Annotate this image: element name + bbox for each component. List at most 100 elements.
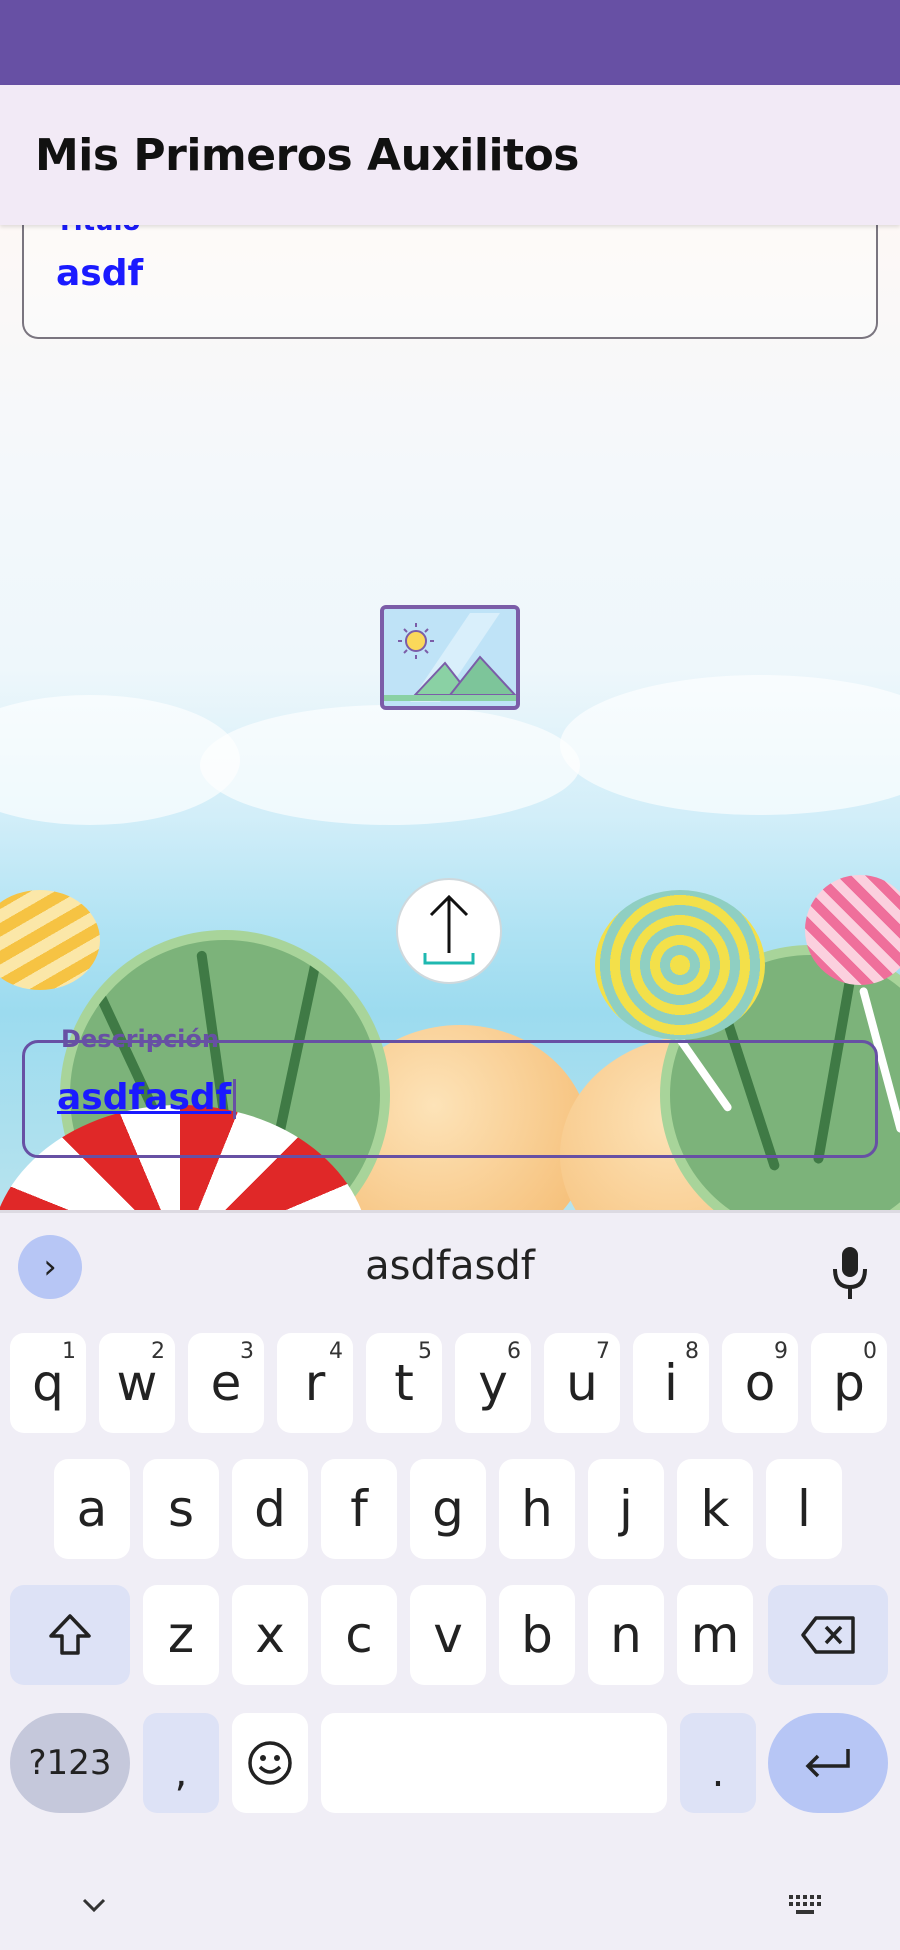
key-label: e	[210, 1354, 242, 1412]
suggestion-word[interactable]: asdfasdf	[0, 1243, 900, 1289]
lollipop-decoration	[595, 890, 765, 1040]
key-hint: 6	[507, 1339, 521, 1364]
key-d[interactable]: d	[232, 1459, 308, 1559]
key-m[interactable]: m	[677, 1585, 753, 1685]
key-h[interactable]: h	[499, 1459, 575, 1559]
form-content: Título asdf Descripción a	[0, 225, 900, 1210]
key-b[interactable]: b	[499, 1585, 575, 1685]
key-y[interactable]: y6	[455, 1333, 531, 1433]
app-title: Mis Primeros Auxilitos	[35, 129, 579, 181]
key-v[interactable]: v	[410, 1585, 486, 1685]
key-label: m	[690, 1606, 740, 1664]
microphone-icon[interactable]	[830, 1245, 870, 1301]
key-hint: 5	[418, 1339, 432, 1364]
upload-button[interactable]	[396, 878, 502, 984]
key-label: q	[32, 1354, 64, 1412]
key-label: h	[521, 1480, 553, 1538]
keyboard-switch-icon[interactable]	[788, 1893, 824, 1917]
key-n[interactable]: n	[588, 1585, 664, 1685]
upload-icon	[423, 894, 475, 965]
emoji-icon	[248, 1741, 292, 1785]
key-label: c	[345, 1606, 373, 1664]
background-cloud	[560, 675, 900, 815]
key-label: r	[304, 1354, 326, 1412]
key-k[interactable]: k	[677, 1459, 753, 1559]
key-hint: 8	[685, 1339, 699, 1364]
emoji-key[interactable]	[232, 1713, 308, 1813]
key-label: u	[566, 1354, 598, 1412]
key-label: k	[700, 1480, 730, 1538]
key-label: o	[744, 1354, 776, 1412]
period-key-label: .	[711, 1750, 725, 1796]
space-key[interactable]	[321, 1713, 667, 1813]
key-label: l	[797, 1480, 811, 1538]
key-t[interactable]: t5	[366, 1333, 442, 1433]
key-u[interactable]: u7	[544, 1333, 620, 1433]
key-a[interactable]: a	[54, 1459, 130, 1559]
key-x[interactable]: x	[232, 1585, 308, 1685]
key-label: y	[478, 1354, 508, 1412]
text-caret	[233, 1079, 237, 1119]
candy-decoration	[0, 890, 100, 990]
key-label: b	[521, 1606, 553, 1664]
key-hint: 9	[774, 1339, 788, 1364]
comma-key-label: ,	[174, 1750, 188, 1796]
key-label: t	[394, 1354, 414, 1412]
symbols-key-label: ?123	[28, 1743, 112, 1783]
image-placeholder-icon[interactable]	[380, 605, 520, 710]
enter-icon	[805, 1749, 850, 1778]
key-p[interactable]: p0	[811, 1333, 887, 1433]
key-label: d	[254, 1480, 286, 1538]
title-field-value[interactable]: asdf	[56, 253, 143, 294]
enter-key[interactable]	[768, 1713, 888, 1813]
shift-icon	[49, 1614, 91, 1655]
key-w[interactable]: w2	[99, 1333, 175, 1433]
backspace-key[interactable]	[768, 1585, 888, 1685]
key-hint: 0	[863, 1339, 877, 1364]
key-q[interactable]: q1	[10, 1333, 86, 1433]
key-label: j	[619, 1480, 633, 1538]
key-label: g	[432, 1480, 464, 1538]
symbols-key[interactable]: ?123	[10, 1713, 130, 1813]
shift-key[interactable]	[10, 1585, 130, 1685]
key-label: n	[610, 1606, 642, 1664]
title-field[interactable]: Título asdf	[22, 225, 878, 339]
key-hint: 3	[240, 1339, 254, 1364]
status-bar	[0, 0, 900, 85]
description-field-label: Descripción	[61, 1025, 219, 1053]
app-bar: Mis Primeros Auxilitos	[0, 85, 900, 225]
key-label: s	[167, 1480, 195, 1538]
comma-key[interactable]: ,	[143, 1713, 219, 1813]
title-field-label: Título	[56, 225, 140, 237]
backspace-icon	[801, 1616, 855, 1654]
description-field[interactable]: Descripción asdfasdf	[22, 1025, 878, 1158]
key-label: p	[833, 1354, 865, 1412]
key-o[interactable]: o9	[722, 1333, 798, 1433]
description-field-value[interactable]: asdfasdf	[57, 1077, 237, 1119]
hide-keyboard-icon[interactable]	[80, 1895, 108, 1915]
keyboard: › asdfasdf q1w2e3r4t5y6u7i8o9p0 asdfghjk…	[0, 1210, 900, 1950]
key-l[interactable]: l	[766, 1459, 842, 1559]
key-z[interactable]: z	[143, 1585, 219, 1685]
key-j[interactable]: j	[588, 1459, 664, 1559]
key-label: a	[76, 1480, 108, 1538]
key-g[interactable]: g	[410, 1459, 486, 1559]
key-f[interactable]: f	[321, 1459, 397, 1559]
period-key[interactable]: .	[680, 1713, 756, 1813]
key-i[interactable]: i8	[633, 1333, 709, 1433]
key-s[interactable]: s	[143, 1459, 219, 1559]
key-hint: 7	[596, 1339, 610, 1364]
key-r[interactable]: r4	[277, 1333, 353, 1433]
keyboard-nav-bar	[0, 1873, 900, 1950]
key-hint: 2	[151, 1339, 165, 1364]
key-label: z	[167, 1606, 195, 1664]
key-hint: 1	[62, 1339, 76, 1364]
background-cloud	[200, 705, 580, 825]
key-c[interactable]: c	[321, 1585, 397, 1685]
key-label: i	[664, 1354, 678, 1412]
suggestion-bar: › asdfasdf	[0, 1213, 900, 1313]
key-e[interactable]: e3	[188, 1333, 264, 1433]
key-label: x	[255, 1606, 285, 1664]
description-text: asdfasdf	[57, 1077, 232, 1118]
key-label: v	[433, 1606, 463, 1664]
